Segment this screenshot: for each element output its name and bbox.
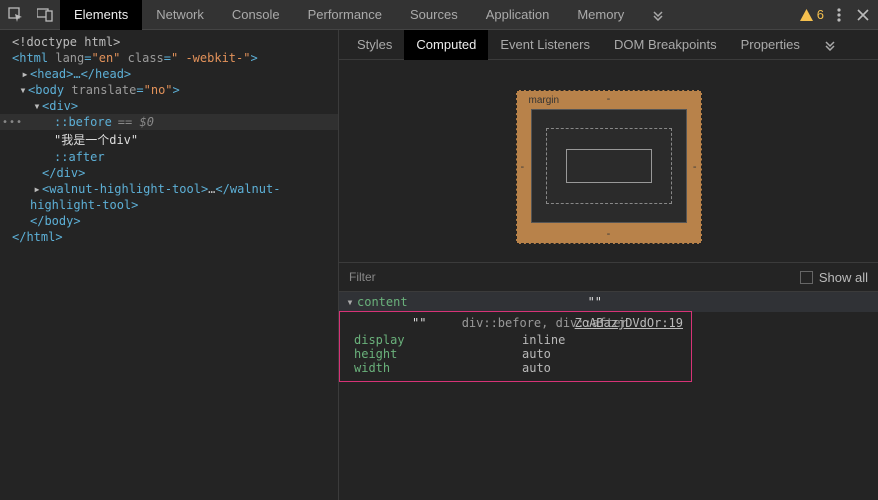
checkbox-icon[interactable] <box>800 271 813 284</box>
expand-icon[interactable]: ▸ <box>20 67 30 81</box>
warning-badge[interactable]: 6 <box>800 7 824 22</box>
show-all-toggle[interactable]: Show all <box>800 270 868 285</box>
dom-doctype: <!doctype html> <box>12 35 120 49</box>
tab-elements[interactable]: Elements <box>60 0 142 30</box>
tab-performance[interactable]: Performance <box>294 0 396 30</box>
tab-network[interactable]: Network <box>142 0 218 30</box>
side-tab-styles[interactable]: Styles <box>345 30 404 60</box>
computed-properties: ▾ content "" "" div::before, div::after … <box>339 292 878 382</box>
kebab-icon[interactable] <box>830 0 848 30</box>
side-tabs: Styles Computed Event Listeners DOM Brea… <box>339 30 878 60</box>
margin-label: margin <box>529 95 560 106</box>
box-model-padding <box>546 128 672 204</box>
equals-dollar-zero: == $0 <box>118 115 154 129</box>
tabs-overflow-icon[interactable] <box>638 0 678 30</box>
side-tab-properties[interactable]: Properties <box>729 30 812 60</box>
box-model-border <box>531 109 687 223</box>
collapse-icon[interactable]: ▾ <box>345 295 355 309</box>
side-tab-listeners[interactable]: Event Listeners <box>488 30 602 60</box>
box-model-content <box>566 149 652 183</box>
gutter-dots-icon: ••• <box>0 117 23 128</box>
device-icon[interactable] <box>30 0 60 30</box>
warning-count: 6 <box>817 7 824 22</box>
inspect-icon[interactable] <box>0 0 30 30</box>
styles-panel: Styles Computed Event Listeners DOM Brea… <box>338 30 878 500</box>
side-tab-computed[interactable]: Computed <box>404 30 488 60</box>
tab-application[interactable]: Application <box>472 0 564 30</box>
matched-rule: "" div::before, div::after ZoABazjDVdOr:… <box>339 311 692 382</box>
close-icon[interactable] <box>854 0 872 30</box>
tab-memory[interactable]: Memory <box>563 0 638 30</box>
prop-row[interactable]: heightauto <box>352 347 691 361</box>
filter-input[interactable] <box>349 270 800 284</box>
tab-console[interactable]: Console <box>218 0 294 30</box>
side-tab-breakpoints[interactable]: DOM Breakpoints <box>602 30 729 60</box>
collapse-icon[interactable]: ▾ <box>18 83 28 97</box>
selected-node[interactable]: ••• ::before == $0 <box>0 114 338 130</box>
box-model[interactable]: margin - - - - <box>339 60 878 262</box>
side-tabs-overflow-icon[interactable] <box>812 30 848 60</box>
tab-sources[interactable]: Sources <box>396 0 472 30</box>
prop-row[interactable]: widthauto <box>352 361 691 375</box>
expand-icon[interactable]: ▸ <box>32 182 42 196</box>
dom-tree[interactable]: <!doctype html> <html lang="en" class=" … <box>0 30 338 500</box>
prop-content-row[interactable]: ▾ content "" <box>339 292 878 312</box>
main-toolbar: Elements Network Console Performance Sou… <box>0 0 878 30</box>
prop-row[interactable]: displayinline <box>352 333 691 347</box>
collapse-icon[interactable]: ▾ <box>32 99 42 113</box>
source-link[interactable]: ZoABazjDVdOr:19 <box>575 316 683 330</box>
panel-tabs: Elements Network Console Performance Sou… <box>60 0 800 30</box>
